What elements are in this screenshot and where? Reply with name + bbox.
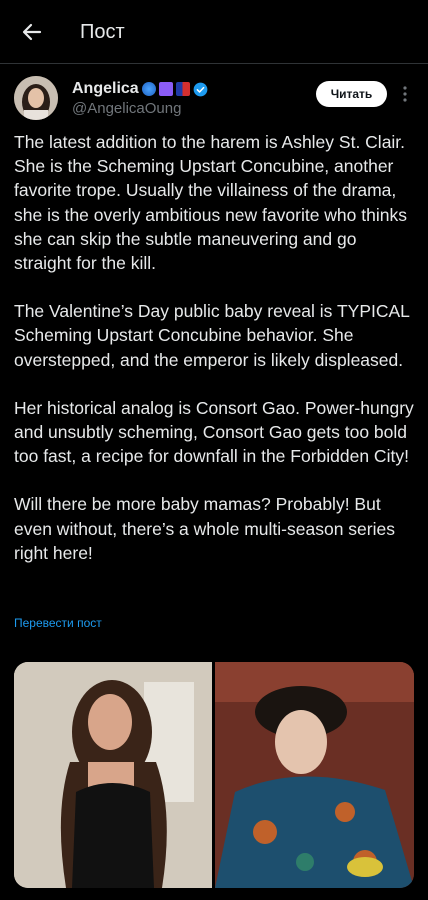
verified-badge-icon (193, 82, 208, 96)
more-options-icon[interactable] (400, 84, 410, 104)
post-paragraph: The Valentine’s Day public baby reveal i… (14, 301, 410, 370)
follow-button[interactable]: Читать (316, 81, 387, 107)
atom-icon (158, 82, 173, 96)
globe-icon (141, 82, 156, 96)
back-arrow-icon[interactable] (20, 20, 44, 44)
page-title: Пост (80, 21, 125, 43)
author-name[interactable]: Angelica (72, 80, 139, 98)
author-name-row[interactable]: Angelica (72, 79, 208, 99)
post-paragraph: Her historical analog is Consort Gao. Po… (14, 397, 414, 467)
post-image-1[interactable] (14, 662, 212, 888)
top-bar: Пост (0, 0, 428, 64)
post-image-2[interactable] (215, 662, 414, 888)
translate-post-link[interactable]: Перевести пост (14, 616, 102, 630)
avatar[interactable] (14, 76, 58, 120)
author-handle[interactable]: @AngelicaOung (72, 100, 181, 117)
header-divider (0, 63, 428, 64)
taiwan-flag-icon (175, 82, 190, 96)
post-body: The latest addition to the harem is Ashl… (14, 130, 418, 589)
media-gallery (14, 662, 414, 888)
post-paragraph: Will there be more baby mamas? Probably!… (14, 494, 395, 563)
post-paragraph: The latest addition to the harem is Ashl… (14, 132, 407, 274)
